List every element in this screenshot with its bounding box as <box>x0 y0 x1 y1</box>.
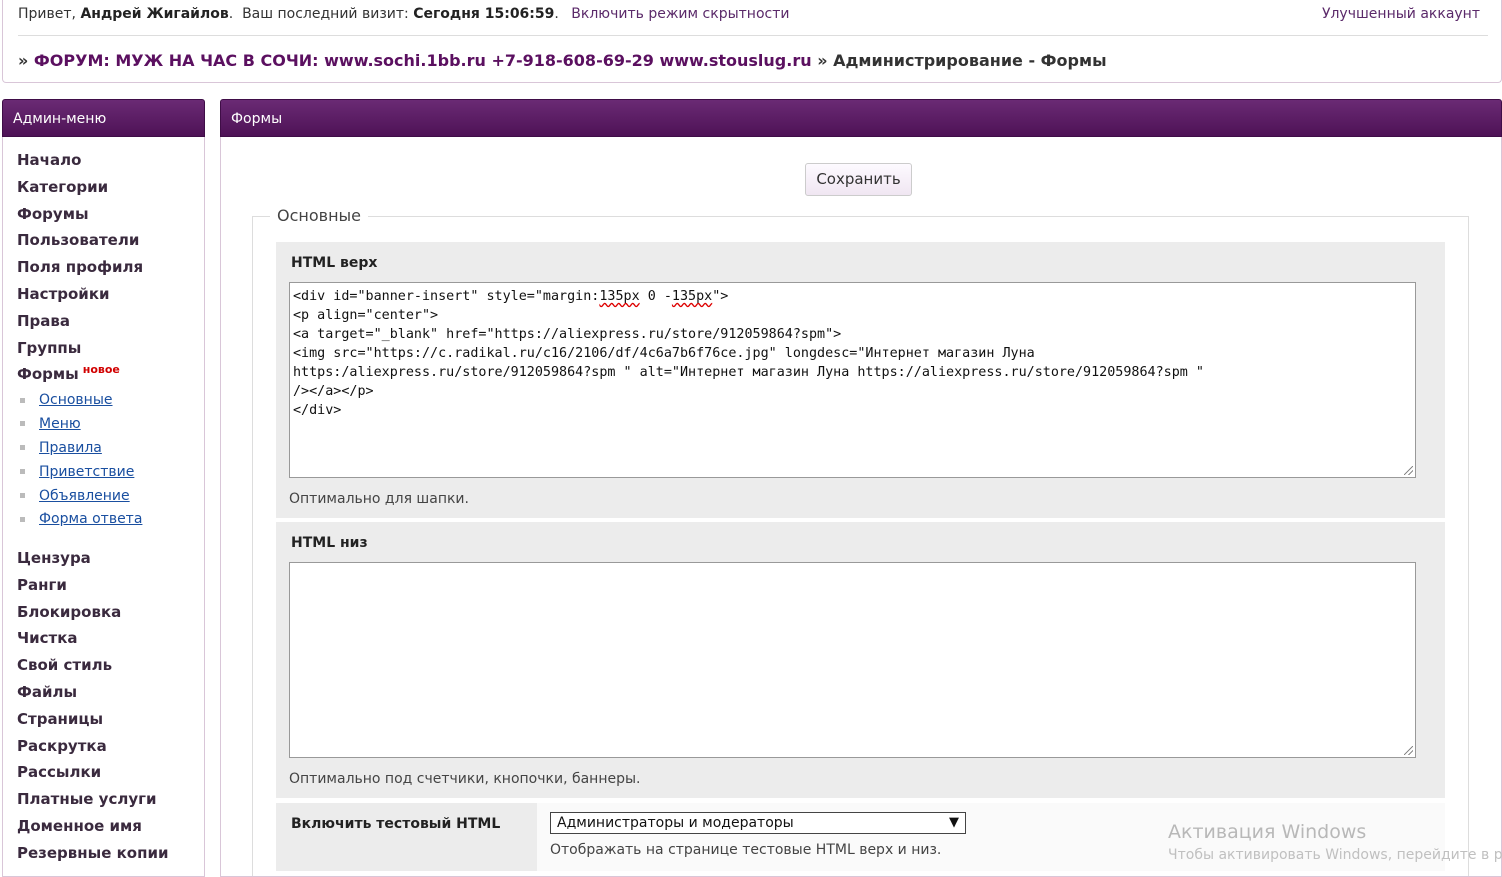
fieldset-legend: Основные <box>270 206 369 225</box>
html-bottom-textarea[interactable] <box>289 562 1416 758</box>
sidebar-item-files[interactable]: Файлы <box>17 682 168 709</box>
sidebar-item-profile-fields[interactable]: Поля профиля <box>17 257 143 284</box>
html-top-hint: Оптимально для шапки. <box>289 491 469 507</box>
sidebar-item-mailings[interactable]: Рассылки <box>17 762 168 789</box>
last-visit-label: Ваш последний визит: <box>242 6 409 22</box>
windows-activation-text: Чтобы активировать Windows, перейдите в … <box>1168 847 1502 863</box>
breadcrumb-separator: » <box>18 51 29 70</box>
code-line: <img src="https://c.radikal.ru/c16/2106/… <box>293 346 1035 361</box>
top-header: Привет, Андрей Жигайлов. Ваш последний в… <box>2 0 1502 83</box>
sidebar-item-categories[interactable]: Категории <box>17 177 143 204</box>
user-bar: Привет, Андрей Жигайлов. Ваш последний в… <box>18 6 1480 22</box>
select-value: Администраторы и модераторы <box>557 815 794 831</box>
bullet-icon <box>20 397 25 403</box>
test-html-hint: Отображать на странице тестовые HTML вер… <box>550 842 942 858</box>
code-line: https:/aliexpress.ru/store/912059864?spm… <box>293 365 1204 380</box>
code-line: </div> <box>293 403 342 418</box>
code-line: <div id="banner-insert" style="margin: <box>293 289 600 304</box>
submenu-item: Меню <box>20 414 142 438</box>
sidebar-item-start[interactable]: Начало <box>17 150 143 177</box>
bullet-icon <box>20 445 25 451</box>
sidebar-item-backups[interactable]: Резервные копии <box>17 843 168 870</box>
bullet-icon <box>20 516 25 522</box>
sidebar-item-promotion[interactable]: Раскрутка <box>17 736 168 763</box>
breadcrumb-current: Формы <box>1040 51 1107 70</box>
user-name[interactable]: Андрей Жигайлов <box>80 6 228 22</box>
sidebar-item-groups[interactable]: Группы <box>17 338 143 365</box>
sidebar-item-domain[interactable]: Доменное имя <box>17 816 168 843</box>
save-button[interactable]: Сохранить <box>805 163 912 196</box>
sidebar-item-forums[interactable]: Форумы <box>17 204 143 231</box>
submenu-item: Форма ответа <box>20 509 142 533</box>
bullet-icon <box>20 469 25 475</box>
sidebar-item-ranks[interactable]: Ранги <box>17 575 168 602</box>
spellcheck-word: 135px <box>671 289 713 304</box>
html-top-label: HTML верх <box>291 255 378 271</box>
submenu-link-greeting[interactable]: Приветствие <box>39 464 134 480</box>
sidebar-item-custom-style[interactable]: Свой стиль <box>17 655 168 682</box>
code-line: /></a></p> <box>293 384 374 399</box>
stealth-mode-link[interactable]: Включить режим скрытности <box>571 6 789 22</box>
submenu-link-rules[interactable]: Правила <box>39 440 102 456</box>
sidebar-item-settings[interactable]: Настройки <box>17 284 143 311</box>
sidebar-item-users[interactable]: Пользователи <box>17 230 143 257</box>
sidebar-item-pages[interactable]: Страницы <box>17 709 168 736</box>
greeting-prefix: Привет, <box>18 6 76 22</box>
breadcrumb-section[interactable]: Администрирование <box>833 51 1023 70</box>
sidebar-item-permissions[interactable]: Права <box>17 311 143 338</box>
submenu-item: Основные <box>20 390 142 414</box>
sidebar-item-forms-label: Формы <box>17 365 79 384</box>
code-line: <p align="center"> <box>293 308 439 323</box>
code-line: "> <box>712 289 729 304</box>
html-bottom-block: HTML низ Оптимально под счетчики, кнопоч… <box>276 522 1445 798</box>
submenu-link-main[interactable]: Основные <box>39 392 113 408</box>
html-top-block: HTML верх <div id="banner-insert" style=… <box>276 242 1445 518</box>
breadcrumb-separator: » <box>817 51 828 70</box>
sidebar-item-forms[interactable]: Формы новое <box>17 363 143 391</box>
admin-menu-header: Админ-меню <box>2 99 205 137</box>
sidebar-item-cleanup[interactable]: Чистка <box>17 628 168 655</box>
premium-account-link[interactable]: Улучшенный аккаунт <box>1322 6 1480 22</box>
code-line: 0 - <box>639 289 672 304</box>
admin-menu-list-2: Цензура Ранги Блокировка Чистка Свой сти… <box>17 548 168 870</box>
html-top-textarea[interactable]: <div id="banner-insert" style="margin:13… <box>289 282 1416 478</box>
breadcrumb-dash: - <box>1028 51 1036 70</box>
submenu-item: Приветствие <box>20 462 142 486</box>
spellcheck-word: 135px <box>599 289 640 304</box>
header-divider <box>18 35 1488 36</box>
bullet-icon <box>20 493 25 499</box>
forms-submenu: Основные Меню Правила Приветствие Объявл… <box>20 390 142 533</box>
html-bottom-hint: Оптимально под счетчики, кнопочки, банне… <box>289 771 641 787</box>
test-html-label: Включить тестовый HTML <box>291 816 501 832</box>
forms-panel-header: Формы <box>220 99 1502 137</box>
submenu-item: Правила <box>20 438 142 462</box>
resize-grip-icon[interactable] <box>1404 746 1413 755</box>
submenu-link-announcement[interactable]: Объявление <box>39 488 130 504</box>
sidebar-item-paid-services[interactable]: Платные услуги <box>17 789 168 816</box>
submenu-link-reply-form[interactable]: Форма ответа <box>39 511 142 527</box>
sidebar-item-bans[interactable]: Блокировка <box>17 602 168 629</box>
test-html-select[interactable]: Администраторы и модераторы ▼ <box>550 812 966 834</box>
windows-activation-title: Активация Windows <box>1168 821 1367 843</box>
submenu-link-menu[interactable]: Меню <box>39 416 81 432</box>
submenu-item: Объявление <box>20 486 142 510</box>
admin-menu-list: Начало Категории Форумы Пользователи Пол… <box>17 150 143 391</box>
last-visit-value: Сегодня 15:06:59 <box>413 6 555 22</box>
resize-grip-icon[interactable] <box>1404 466 1413 475</box>
sidebar-item-censorship[interactable]: Цензура <box>17 548 168 575</box>
bullet-icon <box>20 421 25 427</box>
code-line: <a target="_blank" href="https://aliexpr… <box>293 327 842 342</box>
new-badge: новое <box>82 363 120 377</box>
html-bottom-label: HTML низ <box>291 535 368 551</box>
breadcrumb-forum-link[interactable]: ФОРУМ: МУЖ НА ЧАС В СОЧИ: www.sochi.1bb.… <box>34 51 812 70</box>
breadcrumb: » ФОРУМ: МУЖ НА ЧАС В СОЧИ: www.sochi.1b… <box>18 51 1107 70</box>
chevron-down-icon: ▼ <box>949 815 959 830</box>
